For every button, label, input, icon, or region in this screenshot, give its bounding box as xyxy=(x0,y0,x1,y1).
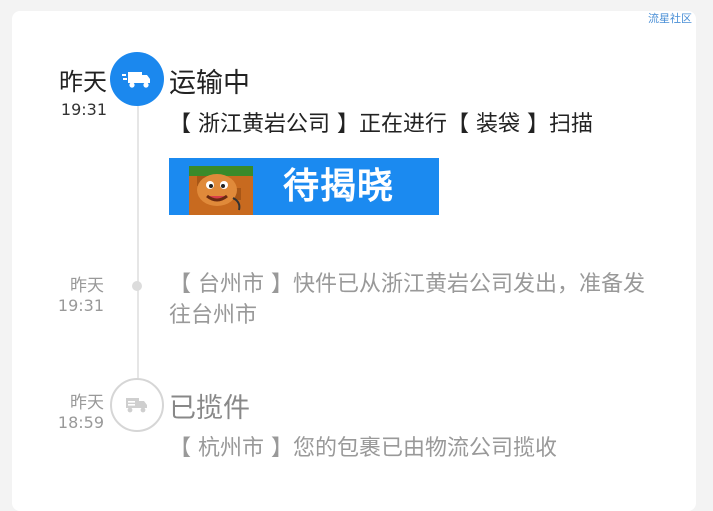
event-time: 18:59 xyxy=(57,413,104,432)
event-day: 昨天 xyxy=(70,393,104,413)
truck-icon xyxy=(122,72,150,88)
transit-node xyxy=(110,52,164,106)
event-time: 19:31 xyxy=(60,100,107,119)
timeline-dot xyxy=(132,281,142,291)
event-description: 【 台州市 】快件已从浙江黄岩公司发出，准备发往台州市 xyxy=(169,272,645,328)
event-day: 昨天 xyxy=(70,276,104,296)
event-day: 昨天 xyxy=(59,68,107,96)
event-description: 【 浙江黄岩公司 】正在进行【 装袋 】扫描 xyxy=(169,112,593,137)
pickup-node xyxy=(110,378,164,432)
event-description: 【 杭州市 】您的包裹已由物流公司揽收 xyxy=(169,436,557,461)
status-title: 运输中 xyxy=(169,68,250,99)
banner-label: 待揭晓 xyxy=(283,166,395,207)
reveal-banner[interactable]: 待揭晓 xyxy=(169,158,439,215)
mascot-image xyxy=(169,158,257,215)
watermark: 流星社区 xyxy=(648,12,692,25)
truck-icon xyxy=(126,398,147,413)
status-title: 已揽件 xyxy=(169,393,250,424)
event-time: 19:31 xyxy=(57,296,104,315)
timeline-line xyxy=(137,104,139,388)
